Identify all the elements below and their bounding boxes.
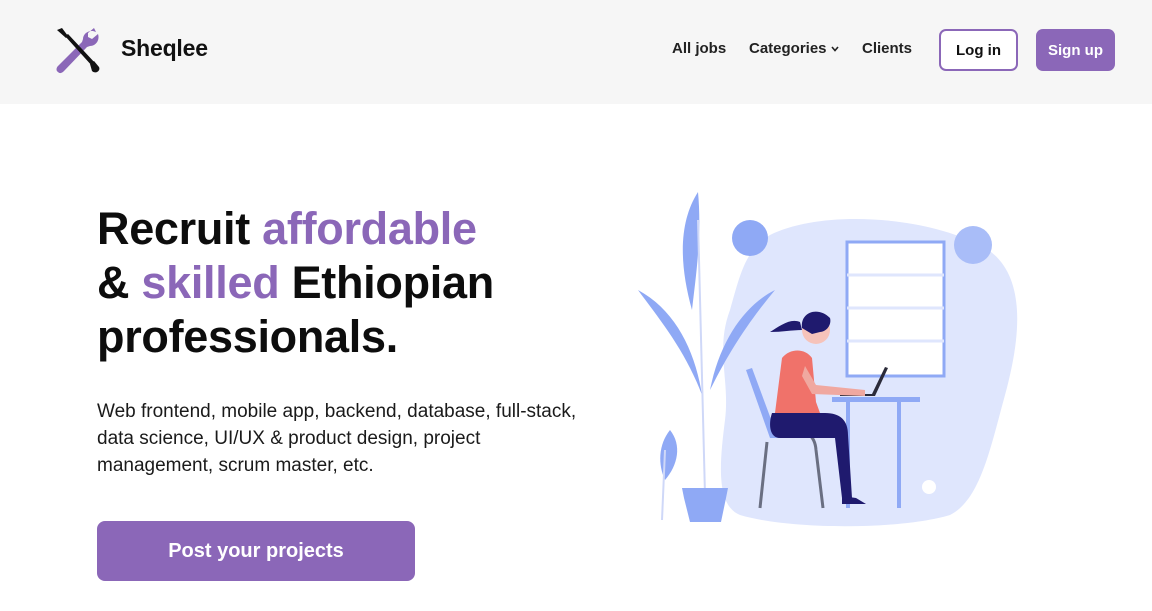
- title-text-2: &: [97, 257, 142, 308]
- nav-categories-label: Categories: [749, 40, 827, 57]
- chevron-down-icon: [830, 46, 839, 52]
- navbar: Sheqlee All jobs Categories Clients Log …: [0, 0, 1152, 104]
- illustration-plant: [682, 192, 700, 310]
- brand-name[interactable]: Sheqlee: [121, 35, 208, 62]
- title-text-3: Ethiopian: [279, 257, 495, 308]
- signup-button[interactable]: Sign up: [1036, 29, 1115, 71]
- login-button[interactable]: Log in: [939, 29, 1018, 71]
- illustration-dot: [922, 480, 936, 494]
- illustration-desk: [832, 397, 920, 402]
- hero-description: Web frontend, mobile app, backend, datab…: [97, 401, 577, 476]
- nav-categories[interactable]: Categories: [749, 40, 839, 57]
- title-accent-skilled: skilled: [141, 257, 280, 308]
- hero-title: Recruit affordable & skilled Ethiopian p…: [97, 202, 617, 364]
- tools-icon[interactable]: [52, 26, 102, 76]
- nav-all-jobs[interactable]: All jobs: [672, 40, 726, 57]
- illustration-circle-right: [954, 226, 992, 264]
- title-text-1: Recruit: [97, 203, 263, 254]
- illustration-pot: [682, 488, 728, 522]
- illustration-circle-left: [732, 220, 768, 256]
- hero-illustration: [638, 192, 1018, 527]
- nav-clients[interactable]: Clients: [862, 40, 912, 57]
- title-text-4: professionals.: [97, 311, 398, 362]
- post-projects-button[interactable]: Post your projects: [97, 521, 415, 581]
- title-accent-affordable: affordable: [262, 203, 477, 254]
